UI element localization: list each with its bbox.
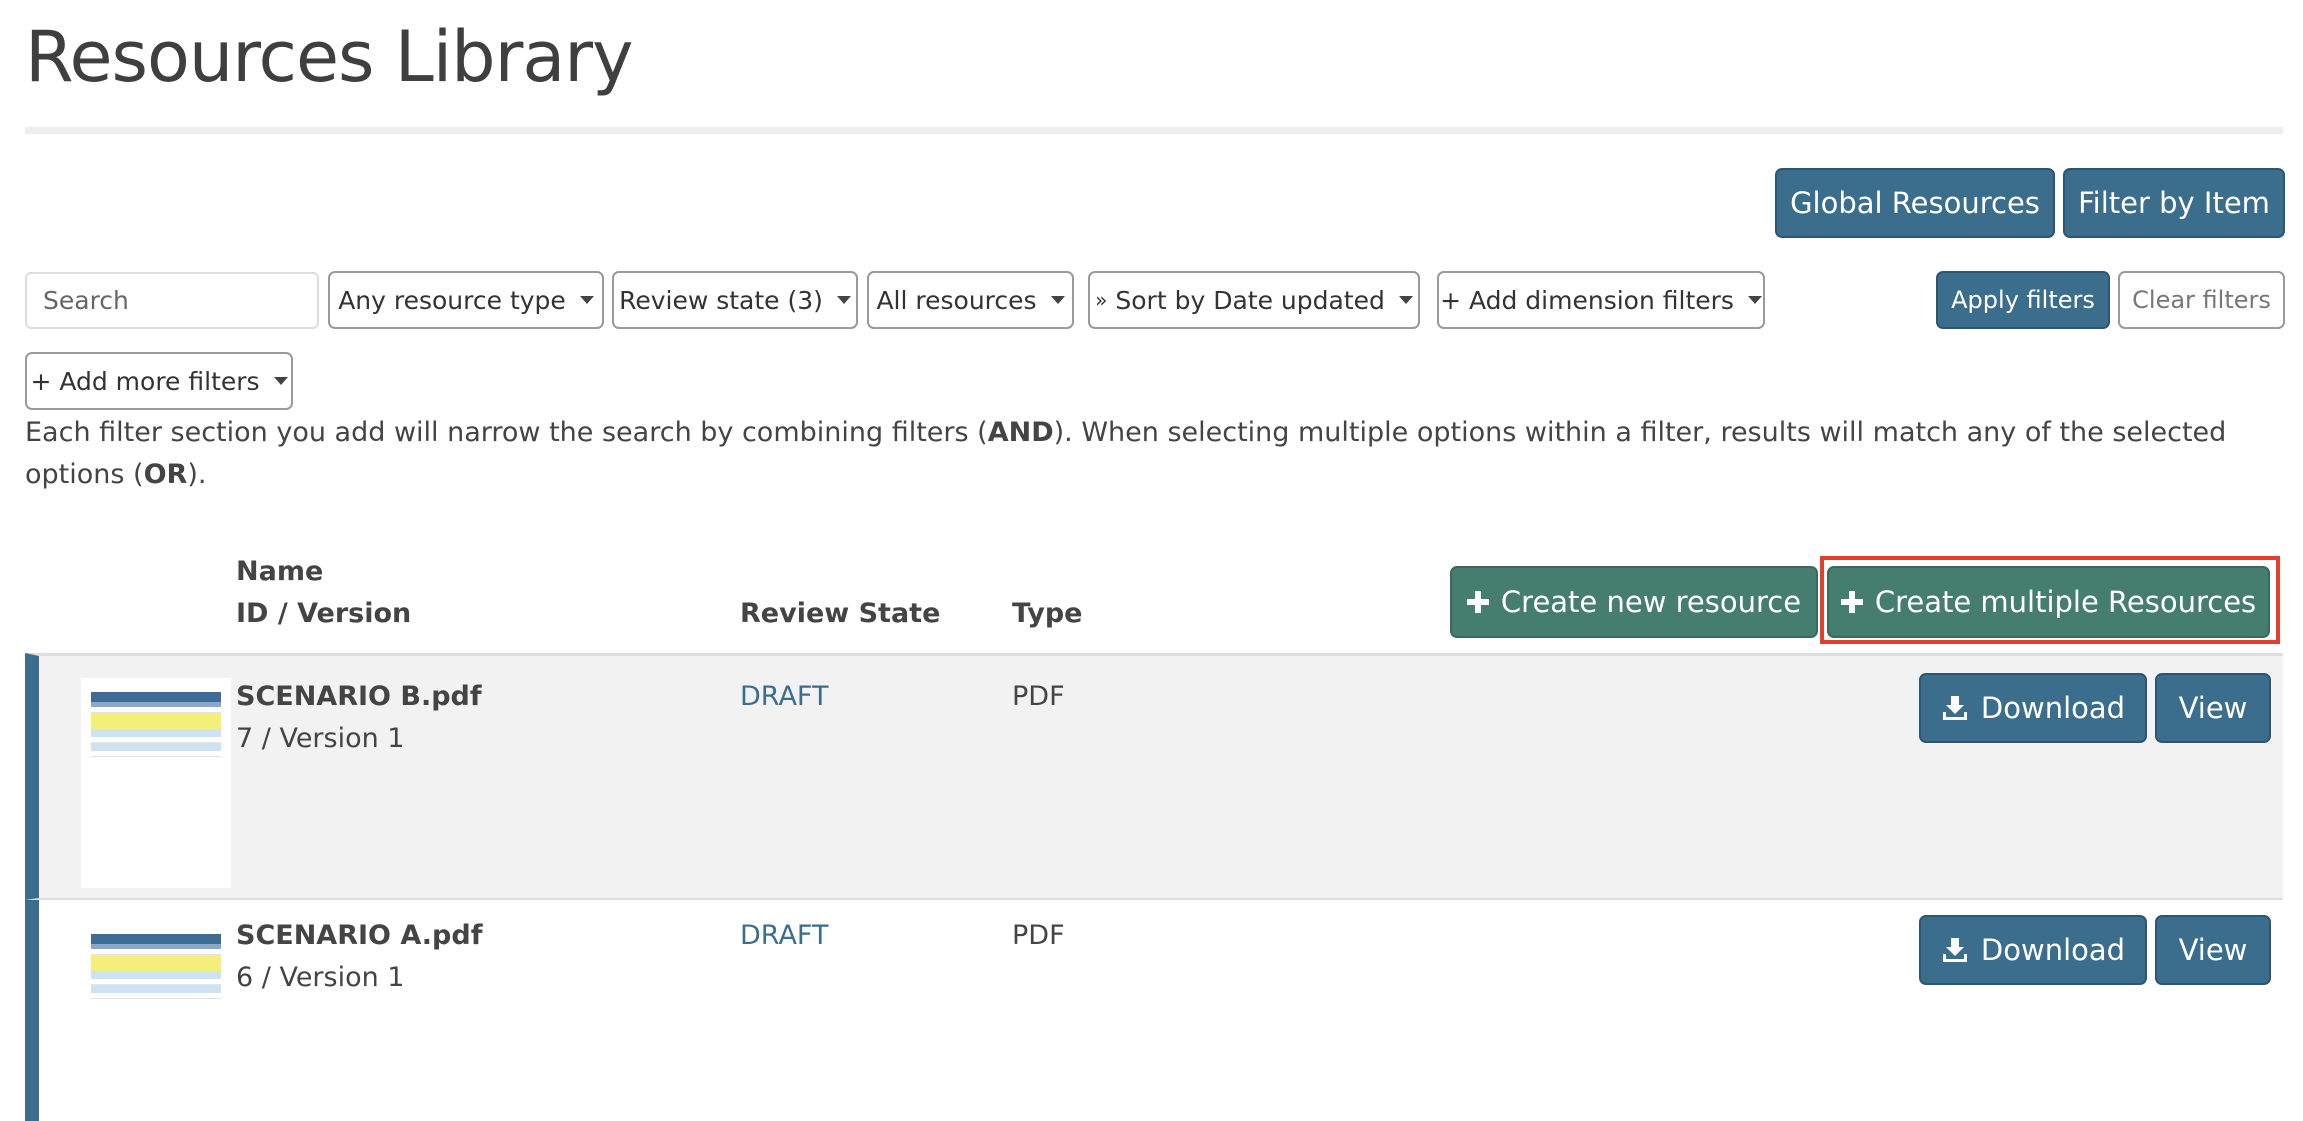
add-dimension-filters-dropdown[interactable]: + Add dimension filters bbox=[1437, 271, 1765, 329]
highlight-box bbox=[1820, 556, 2280, 644]
page-title: Resources Library bbox=[25, 16, 633, 98]
review-state-dropdown[interactable]: Review state (3) bbox=[612, 271, 858, 329]
caret-down-icon bbox=[579, 296, 594, 304]
document-preview-icon bbox=[91, 934, 221, 999]
resource-id-version: 7 / Version 1 bbox=[236, 723, 405, 754]
view-button[interactable]: View bbox=[2155, 915, 2271, 985]
resource-type: PDF bbox=[1012, 920, 1065, 951]
all-resources-label: All resources bbox=[876, 285, 1037, 315]
caret-down-icon bbox=[836, 296, 851, 304]
column-header-name: Name bbox=[236, 556, 324, 587]
sort-dropdown[interactable]: » Sort by Date updated bbox=[1088, 271, 1420, 329]
add-dimension-filters-label: + Add dimension filters bbox=[1440, 285, 1734, 315]
column-header-id-version: ID / Version bbox=[236, 598, 412, 629]
download-button[interactable]: Download bbox=[1919, 673, 2147, 743]
table-row: SCENARIO A.pdf 6 / Version 1 DRAFT PDF D… bbox=[25, 900, 2283, 1121]
review-state-link[interactable]: DRAFT bbox=[740, 920, 828, 951]
column-header-review-state: Review State bbox=[740, 598, 941, 629]
apply-filters-button[interactable]: Apply filters bbox=[1936, 271, 2110, 329]
create-new-resource-label: Create new resource bbox=[1500, 585, 1802, 619]
view-button[interactable]: View bbox=[2155, 673, 2271, 743]
caret-down-icon bbox=[1747, 296, 1762, 304]
clear-filters-button[interactable]: Clear filters bbox=[2118, 271, 2285, 329]
resource-type: PDF bbox=[1012, 681, 1065, 712]
double-chevron-down-icon: » bbox=[1095, 288, 1108, 312]
filter-help-text: Each filter section you add will narrow … bbox=[25, 417, 2227, 490]
table-row: SCENARIO B.pdf 7 / Version 1 DRAFT PDF D… bbox=[25, 653, 2283, 900]
download-icon bbox=[1941, 694, 1969, 722]
sort-label: Sort by Date updated bbox=[1115, 285, 1385, 315]
download-label: Download bbox=[1980, 691, 2126, 725]
download-button[interactable]: Download bbox=[1919, 915, 2147, 985]
document-preview-icon bbox=[91, 692, 221, 757]
search-input[interactable] bbox=[25, 272, 319, 329]
resource-name[interactable]: SCENARIO B.pdf bbox=[236, 681, 482, 712]
resource-type-dropdown[interactable]: Any resource type bbox=[328, 271, 604, 329]
column-header-type: Type bbox=[1012, 598, 1083, 629]
add-more-filters-label: + Add more filters bbox=[30, 366, 260, 396]
caret-down-icon bbox=[273, 377, 288, 385]
resource-id-version: 6 / Version 1 bbox=[236, 962, 405, 993]
resource-type-label: Any resource type bbox=[338, 285, 566, 315]
plus-icon bbox=[1466, 591, 1489, 613]
add-more-filters-dropdown[interactable]: + Add more filters bbox=[25, 352, 293, 410]
create-new-resource-button[interactable]: Create new resource bbox=[1450, 566, 1818, 638]
review-state-link[interactable]: DRAFT bbox=[740, 681, 828, 712]
review-state-label: Review state (3) bbox=[619, 285, 823, 315]
resource-thumbnail[interactable] bbox=[81, 678, 231, 888]
global-resources-button[interactable]: Global Resources bbox=[1775, 168, 2055, 238]
all-resources-dropdown[interactable]: All resources bbox=[867, 271, 1074, 329]
caret-down-icon bbox=[1398, 296, 1413, 304]
filter-by-item-button[interactable]: Filter by Item bbox=[2063, 168, 2285, 238]
title-divider bbox=[25, 127, 2283, 134]
download-icon bbox=[1941, 936, 1969, 964]
download-label: Download bbox=[1980, 933, 2126, 967]
resource-thumbnail[interactable] bbox=[81, 920, 231, 1020]
caret-down-icon bbox=[1050, 296, 1065, 304]
resource-name[interactable]: SCENARIO A.pdf bbox=[236, 920, 482, 951]
